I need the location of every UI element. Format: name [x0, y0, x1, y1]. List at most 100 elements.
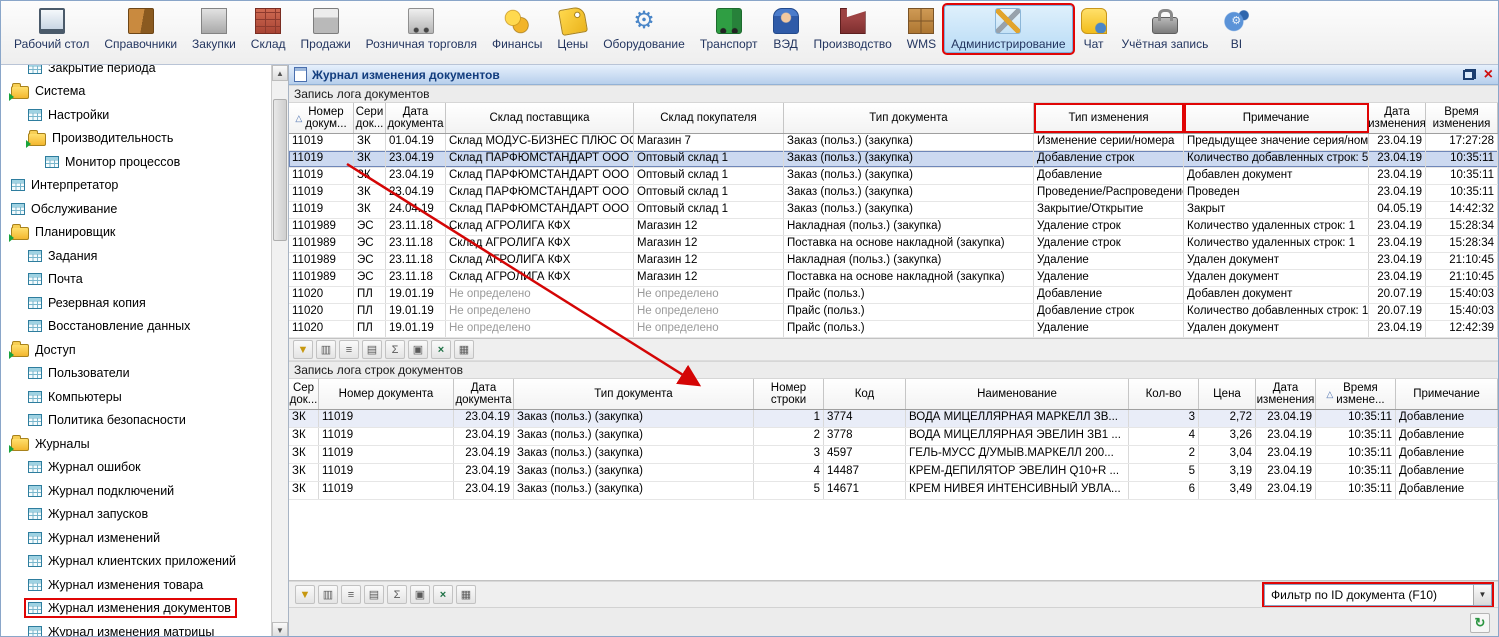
column-header[interactable]: Кол-во	[1129, 379, 1199, 409]
export-rows-icon[interactable]: ▤	[362, 340, 382, 359]
scroll-up-button[interactable]: ▲	[272, 65, 288, 81]
table-row[interactable]: ЗК1101923.04.19Заказ (польз.) (закупка)3…	[289, 446, 1498, 464]
column-header[interactable]: Тип документа	[784, 103, 1034, 133]
table-row[interactable]: ЗК1101923.04.19Заказ (польз.) (закупка)1…	[289, 410, 1498, 428]
toolbar-item-wms[interactable]: WMS	[900, 5, 943, 53]
tree-item[interactable]: Производительность	[1, 127, 271, 151]
column-header[interactable]: Цена	[1199, 379, 1256, 409]
toolbar-item-finance[interactable]: Финансы	[485, 5, 549, 53]
table-row[interactable]: 11019ЗК01.04.19Склад МОДУС-БИЗНЕС ПЛЮС О…	[289, 134, 1498, 151]
tree-item[interactable]: Задания	[1, 244, 271, 268]
toolbar-item-equipment[interactable]: ⚙Оборудование	[596, 5, 692, 53]
table-row[interactable]: ЗК1101923.04.19Заказ (польз.) (закупка)5…	[289, 482, 1498, 500]
numbered-list-icon[interactable]: ≡	[341, 585, 361, 604]
column-header[interactable]: △Время измене...	[1316, 379, 1396, 409]
column-header[interactable]: Тип документа	[514, 379, 754, 409]
document-id-filter-dropdown[interactable]: Фильтр по ID документа (F10) ▼	[1264, 584, 1492, 606]
toolbar-item-transport[interactable]: Транспорт	[693, 5, 765, 53]
toolbar-item-chat[interactable]: Чат	[1074, 5, 1114, 53]
tree-item[interactable]: Журнал запусков	[1, 503, 271, 527]
toolbar-item-admin[interactable]: Администрирование	[944, 5, 1072, 53]
toolbar-item-production[interactable]: Производство	[807, 5, 899, 53]
excel-icon[interactable]: ×	[431, 340, 451, 359]
close-icon[interactable]: ×	[1484, 68, 1493, 82]
tree-item[interactable]: Интерпретатор	[1, 174, 271, 198]
scroll-down-button[interactable]: ▼	[272, 622, 288, 637]
tree-item[interactable]: Журнал подключений	[1, 479, 271, 503]
column-header[interactable]: Дата документа	[386, 103, 446, 133]
column-header[interactable]: Сер док...	[289, 379, 319, 409]
restore-icon[interactable]	[1463, 69, 1476, 80]
export-rows-icon[interactable]: ▤	[364, 585, 384, 604]
table-row[interactable]: 11019ЗК23.04.19Склад ПАРФЮМСТАНДАРТ ОООО…	[289, 151, 1498, 168]
column-header[interactable]: Дата изменения	[1256, 379, 1316, 409]
tree-item[interactable]: Пользователи	[1, 362, 271, 386]
toolbar-item-warehouse[interactable]: Склад	[244, 5, 293, 53]
tree-item[interactable]: Доступ	[1, 338, 271, 362]
tree-item[interactable]: Система	[1, 80, 271, 104]
toolbar-item-bi[interactable]: ⚙BI	[1216, 5, 1256, 53]
tree-item[interactable]: Журнал изменения документов	[1, 597, 271, 621]
column-header[interactable]: Номер строки	[754, 379, 824, 409]
column-header[interactable]: Примечание	[1184, 103, 1369, 133]
column-header[interactable]: Склад поставщика	[446, 103, 634, 133]
toolbar-item-sales[interactable]: Продажи	[294, 5, 358, 53]
tree-item[interactable]: Политика безопасности	[1, 409, 271, 433]
print-icon[interactable]: ▣	[408, 340, 428, 359]
summary-icon[interactable]: Σ	[387, 585, 407, 604]
sidebar-scrollbar[interactable]: ▲ ▼	[271, 65, 288, 637]
column-header[interactable]: Номер документа	[319, 379, 454, 409]
numbered-list-icon[interactable]: ≡	[339, 340, 359, 359]
table-row[interactable]: 11019ЗК23.04.19Склад ПАРФЮМСТАНДАРТ ОООО…	[289, 168, 1498, 185]
tree-item[interactable]: Журнал клиентских приложений	[1, 550, 271, 574]
scrollbar-thumb[interactable]	[273, 99, 287, 241]
tree-item[interactable]: Журнал изменения товара	[1, 573, 271, 597]
table-row[interactable]: 11019ЗК23.04.19Склад ПАРФЮМСТАНДАРТ ОООО…	[289, 185, 1498, 202]
table-row[interactable]: 1101989ЭС23.11.18Склад АГРОЛИГА КФХМагаз…	[289, 236, 1498, 253]
table-row[interactable]: 11020ПЛ19.01.19Не определеноНе определен…	[289, 321, 1498, 338]
grid-settings-icon[interactable]: ▦	[456, 585, 476, 604]
excel-icon[interactable]: ×	[433, 585, 453, 604]
table-row[interactable]: 1101989ЭС23.11.18Склад АГРОЛИГА КФХМагаз…	[289, 253, 1498, 270]
filter-icon[interactable]: ▼	[293, 340, 313, 359]
column-header[interactable]: Время изменения	[1426, 103, 1498, 133]
toolbar-item-account[interactable]: Учётная запись	[1115, 5, 1216, 53]
tree-item[interactable]: Журнал изменений	[1, 526, 271, 550]
column-header[interactable]: Тип изменения	[1034, 103, 1184, 133]
table-row[interactable]: 11020ПЛ19.01.19Не определеноНе определен…	[289, 304, 1498, 321]
scrollbar-track[interactable]	[272, 81, 288, 622]
toolbar-item-desktop[interactable]: Рабочий стол	[7, 5, 96, 53]
tree-item[interactable]: Журнал изменения матрицы	[1, 620, 271, 637]
toolbar-item-directories[interactable]: Справочники	[97, 5, 184, 53]
table-row[interactable]: 1101989ЭС23.11.18Склад АГРОЛИГА КФХМагаз…	[289, 270, 1498, 287]
column-header[interactable]: Примечание	[1396, 379, 1498, 409]
print-icon[interactable]: ▣	[410, 585, 430, 604]
grid-settings-icon[interactable]: ▦	[454, 340, 474, 359]
tree-item[interactable]: Компьютеры	[1, 385, 271, 409]
tree-item[interactable]: Журналы	[1, 432, 271, 456]
toolbar-item-ved[interactable]: ВЭД	[766, 5, 806, 53]
columns-icon[interactable]: ▥	[318, 585, 338, 604]
tree-item[interactable]: Настройки	[1, 103, 271, 127]
columns-icon[interactable]: ▥	[316, 340, 336, 359]
column-header[interactable]: Сери док...	[354, 103, 386, 133]
tree-item[interactable]: Восстановление данных	[1, 315, 271, 339]
table-row[interactable]: ЗК1101923.04.19Заказ (польз.) (закупка)2…	[289, 428, 1498, 446]
table-row[interactable]: 11020ПЛ19.01.19Не определеноНе определен…	[289, 287, 1498, 304]
tree-item[interactable]: Почта	[1, 268, 271, 292]
table-row[interactable]: 11019ЗК24.04.19Склад ПАРФЮМСТАНДАРТ ОООО…	[289, 202, 1498, 219]
table-row[interactable]: ЗК1101923.04.19Заказ (польз.) (закупка)4…	[289, 464, 1498, 482]
table-row[interactable]: 1101989ЭС23.11.18Склад АГРОЛИГА КФХМагаз…	[289, 219, 1498, 236]
column-header[interactable]: Дата изменения	[1369, 103, 1426, 133]
toolbar-item-purchases[interactable]: Закупки	[185, 5, 243, 53]
toolbar-item-retail[interactable]: Розничная торговля	[359, 5, 484, 53]
tree-item[interactable]: Журнал ошибок	[1, 456, 271, 480]
toolbar-item-prices[interactable]: Цены	[550, 5, 595, 53]
column-header[interactable]: Склад покупателя	[634, 103, 784, 133]
filter-icon[interactable]: ▼	[295, 585, 315, 604]
tree-item[interactable]: Монитор процессов	[1, 150, 271, 174]
tree-item[interactable]: Резервная копия	[1, 291, 271, 315]
tree-item[interactable]: Обслуживание	[1, 197, 271, 221]
column-header[interactable]: Наименование	[906, 379, 1129, 409]
column-header[interactable]: Дата документа	[454, 379, 514, 409]
